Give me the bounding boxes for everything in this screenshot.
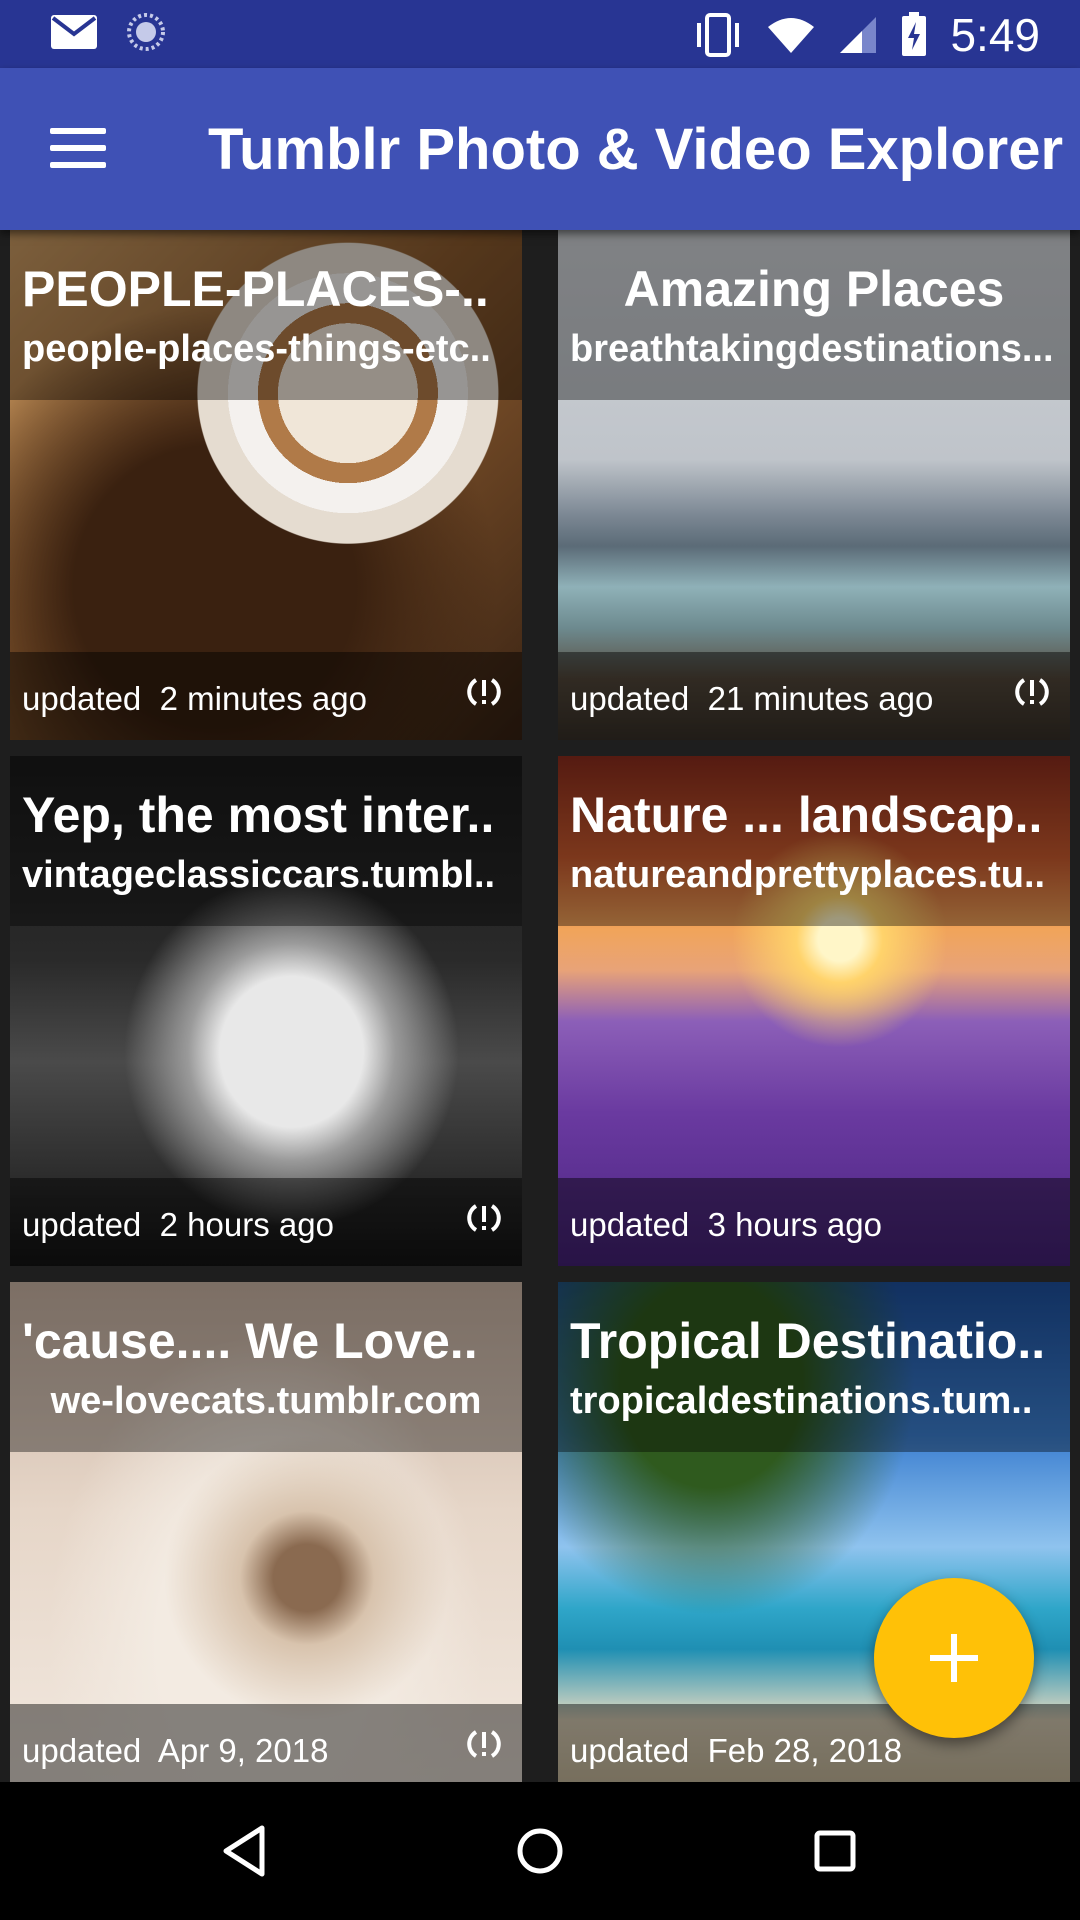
card-subtitle: tropicaldestinations.tum.. bbox=[570, 1380, 1033, 1422]
recents-icon[interactable] bbox=[800, 1816, 870, 1886]
card-title: Yep, the most inter.. bbox=[22, 787, 495, 843]
blog-card[interactable]: 'cause.... We Love.. we-lovecats.tumblr.… bbox=[10, 1282, 522, 1782]
updated-time: 2 hours ago bbox=[159, 1206, 334, 1243]
back-icon[interactable] bbox=[210, 1816, 280, 1886]
signal-icon bbox=[840, 17, 877, 53]
card-subtitle: vintageclassiccars.tumbl.. bbox=[22, 854, 496, 896]
status-bar: 5:49 bbox=[0, 0, 1080, 68]
updated-label: updated bbox=[22, 1206, 142, 1243]
card-title: Tropical Destinatio.. bbox=[570, 1313, 1046, 1369]
card-updated: updated 21 minutes ago bbox=[570, 680, 933, 718]
blog-card[interactable]: Nature ... landscap.. natureandprettypla… bbox=[558, 756, 1070, 1266]
gmail-icon bbox=[51, 15, 97, 49]
status-time: 5:49 bbox=[950, 9, 1040, 61]
updated-label: updated bbox=[22, 680, 142, 717]
card-updated: updated 3 hours ago bbox=[570, 1206, 882, 1244]
card-subtitle: we-lovecats.tumblr.com bbox=[50, 1380, 482, 1422]
updated-time: 3 hours ago bbox=[707, 1206, 882, 1243]
hamburger-menu-icon[interactable] bbox=[50, 128, 106, 168]
updated-time: Feb 28, 2018 bbox=[707, 1732, 903, 1769]
blog-card[interactable]: PEOPLE-PLACES-.. people-places-things-et… bbox=[10, 230, 522, 740]
card-subtitle: breathtakingdestinations... bbox=[570, 328, 1054, 370]
updated-label: updated bbox=[570, 1732, 690, 1769]
app-title: Tumblr Photo & Video Explorer bbox=[208, 117, 1064, 182]
card-updated: updated Apr 9, 2018 bbox=[22, 1732, 328, 1770]
card-subtitle: natureandprettyplaces.tu.. bbox=[570, 854, 1046, 896]
plus-icon bbox=[874, 1578, 1034, 1738]
vibrate-icon bbox=[697, 13, 740, 57]
updated-label: updated bbox=[22, 1732, 142, 1769]
sync-alert-icon[interactable] bbox=[464, 1724, 504, 1764]
updated-label: updated bbox=[570, 1206, 690, 1243]
updated-label: updated bbox=[570, 680, 690, 717]
card-title: 'cause.... We Love.. bbox=[22, 1313, 478, 1369]
battery-charging-icon bbox=[902, 12, 927, 56]
updated-time: Apr 9, 2018 bbox=[157, 1732, 329, 1769]
wifi-icon bbox=[768, 18, 815, 53]
updated-time: 21 minutes ago bbox=[707, 680, 934, 717]
navigation-bar bbox=[0, 1782, 1080, 1920]
blog-grid: PEOPLE-PLACES-.. people-places-things-et… bbox=[0, 230, 1080, 1782]
card-updated: updated 2 minutes ago bbox=[22, 680, 367, 718]
app-bar: Tumblr Photo & Video Explorer bbox=[0, 68, 1080, 230]
updated-time: 2 minutes ago bbox=[159, 680, 367, 717]
card-title: PEOPLE-PLACES-.. bbox=[22, 261, 489, 317]
sync-alert-icon[interactable] bbox=[1012, 672, 1052, 712]
home-icon[interactable] bbox=[505, 1816, 575, 1886]
card-title: Amazing Places bbox=[623, 261, 1005, 317]
card-title: Nature ... landscap.. bbox=[570, 787, 1043, 843]
blog-card[interactable]: Yep, the most inter.. vintageclassiccars… bbox=[10, 756, 522, 1266]
sync-alert-icon[interactable] bbox=[464, 1198, 504, 1238]
blog-card[interactable]: Amazing Places breathtakingdestinations.… bbox=[558, 230, 1070, 740]
card-updated: updated Feb 28, 2018 bbox=[570, 1732, 902, 1770]
sync-alert-icon[interactable] bbox=[464, 672, 504, 712]
card-subtitle: people-places-things-etc.. bbox=[22, 328, 491, 370]
add-blog-fab-button[interactable] bbox=[874, 1578, 1034, 1738]
sync-progress-icon bbox=[127, 13, 165, 51]
card-updated: updated 2 hours ago bbox=[22, 1206, 334, 1244]
